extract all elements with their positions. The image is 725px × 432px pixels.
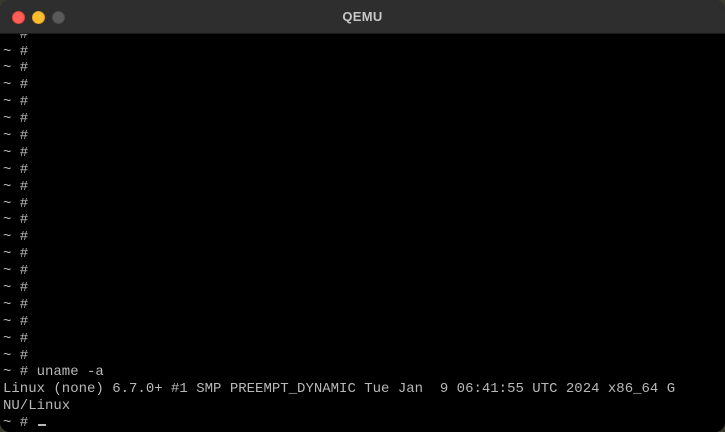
prompt-line: ~ # [3,212,29,229]
prompt-line: ~ # [3,347,29,364]
window-title: QEMU [342,9,383,24]
prompt-line: ~ # [3,229,29,246]
command-line: ~ # uname -a [3,364,104,381]
prompt-line: ~ # [3,34,29,43]
prompt-line: ~ # [3,313,29,330]
prompt-line: ~ # [3,330,29,347]
current-prompt: ~ # [3,415,37,432]
prompt-line: ~ # [3,111,29,128]
prompt-line: ~ # [3,43,29,60]
prompt-line: ~ # [3,178,29,195]
terminal-console[interactable]: ~ # ~ # ~ # ~ # ~ # ~ # ~ # ~ # ~ # ~ # … [0,34,725,432]
prompt-line: ~ # [3,279,29,296]
prompt-line: ~ # [3,144,29,161]
prompt-line: ~ # [3,94,29,111]
output-line: NU/Linux [3,398,71,415]
prompt-line: ~ # [3,161,29,178]
prompt-line: ~ # [3,127,29,144]
output-line: Linux (none) 6.7.0+ #1 SMP PREEMPT_DYNAM… [3,381,676,398]
prompt-line: ~ # [3,263,29,280]
title-bar[interactable]: QEMU [0,0,725,34]
text-cursor [37,424,46,427]
prompt-line: ~ # [3,60,29,77]
prompt-line: ~ # [3,77,29,94]
prompt-line: ~ # [3,195,29,212]
current-prompt-line[interactable]: ~ # [3,415,675,432]
prompt-line: ~ # [3,296,29,313]
terminal-lines: ~ # ~ # ~ # ~ # ~ # ~ # ~ # ~ # ~ # ~ # … [3,34,675,432]
prompt-line: ~ # [3,246,29,263]
qemu-window: QEMU ~ # ~ # ~ # ~ # ~ # ~ # ~ # ~ # ~ #… [0,0,725,432]
